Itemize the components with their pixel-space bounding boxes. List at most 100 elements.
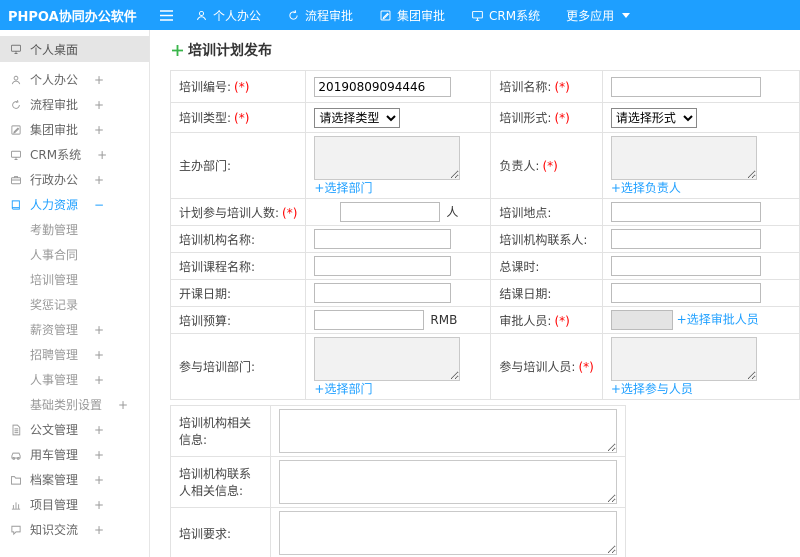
field-label: 开课日期: xyxy=(179,286,232,301)
org-name-input[interactable] xyxy=(314,229,452,249)
required-mark: (*) xyxy=(578,360,594,374)
sidebar-item-label: 集团审批 xyxy=(30,123,79,137)
end-date-input[interactable] xyxy=(610,283,761,303)
expand-toggle[interactable]: + xyxy=(94,373,104,387)
expand-toggle[interactable]: + xyxy=(94,173,104,187)
sidebar-subitem-personnel[interactable]: 人事管理 + xyxy=(0,367,149,392)
expand-toggle[interactable]: + xyxy=(94,523,104,537)
select-approver-link[interactable]: +选择审批人员 xyxy=(677,313,759,327)
monitor-icon xyxy=(10,149,22,161)
training-name-input[interactable] xyxy=(610,76,761,97)
training-number-input[interactable] xyxy=(314,76,452,97)
top-menu-crm[interactable]: CRM系统 xyxy=(458,0,553,30)
select-join-dept-link[interactable]: +选择部门 xyxy=(314,382,372,396)
field-label: 参与培训人员: xyxy=(499,360,576,374)
expand-toggle[interactable]: + xyxy=(94,98,104,112)
leader-textarea[interactable] xyxy=(610,136,757,180)
start-date-input[interactable] xyxy=(314,283,452,303)
expand-toggle[interactable]: + xyxy=(94,73,104,87)
top-menu-label: 个人办公 xyxy=(213,8,262,23)
top-menu-more-apps[interactable]: 更多应用 xyxy=(553,0,643,30)
form-row: 计划参与培训人数: (*) 人 培训地点: xyxy=(169,198,800,226)
sidebar-item-crm[interactable]: CRM系统 + xyxy=(0,142,149,167)
sidebar-subitem-label: 考勤管理 xyxy=(30,223,79,237)
sidebar-item-document-mgmt[interactable]: 公文管理 + xyxy=(0,417,149,442)
org-contact-input[interactable] xyxy=(610,229,761,249)
join-people-textarea[interactable] xyxy=(610,337,757,381)
training-mode-select[interactable]: 请选择形式 xyxy=(610,107,697,128)
field-label: 培训名称: xyxy=(499,80,552,94)
location-input[interactable] xyxy=(610,202,761,222)
sidebar-item-personal-office[interactable]: 个人办公 + xyxy=(0,67,149,92)
required-mark: (*) xyxy=(554,111,570,125)
sidebar: 个人桌面 个人办公 + 流程审批 + 集团审批 + CRM系统 + 行政办公 + xyxy=(0,30,150,557)
workflow-icon xyxy=(10,99,22,111)
field-label: 总课时: xyxy=(499,259,540,274)
sidebar-item-project-mgmt[interactable]: 项目管理 + xyxy=(0,492,149,517)
sidebar-subitem-personnel-contract[interactable]: 人事合同 xyxy=(0,242,149,267)
sidebar-item-admin-office[interactable]: 行政办公 + xyxy=(0,167,149,192)
select-leader-link[interactable]: +选择负责人 xyxy=(611,181,681,195)
hamburger-menu-icon[interactable] xyxy=(150,0,182,30)
total-hours-input[interactable] xyxy=(610,256,761,276)
sidebar-item-vehicle-mgmt[interactable]: 用车管理 + xyxy=(0,442,149,467)
sidebar-item-group-approval[interactable]: 集团审批 + xyxy=(0,117,149,142)
approver-input[interactable] xyxy=(610,310,673,330)
field-label: 培训编号: xyxy=(179,80,232,94)
form-row: 培训机构联系人相关信息: xyxy=(170,456,626,508)
top-menu-group-approval[interactable]: 集团审批 xyxy=(366,0,458,30)
expand-toggle[interactable]: + xyxy=(94,323,104,337)
top-menu-workflow-approval[interactable]: 流程审批 xyxy=(274,0,366,30)
select-join-people-link[interactable]: +选择参与人员 xyxy=(611,382,693,396)
select-host-dept-link[interactable]: +选择部门 xyxy=(314,181,372,195)
sidebar-subitem-recruitment[interactable]: 招聘管理 + xyxy=(0,342,149,367)
sidebar-item-workflow-approval[interactable]: 流程审批 + xyxy=(0,92,149,117)
monitor-icon xyxy=(471,9,484,22)
workflow-icon xyxy=(287,9,300,22)
org-info-textarea[interactable] xyxy=(279,409,617,453)
top-menu-personal-office[interactable]: 个人办公 xyxy=(182,0,274,30)
training-type-select[interactable]: 请选择类型 xyxy=(314,107,401,128)
course-name-input[interactable] xyxy=(314,256,452,276)
expand-toggle[interactable]: + xyxy=(94,123,104,137)
host-dept-textarea[interactable] xyxy=(314,136,461,180)
training-plan-form: 培训编号:(*) 培训名称:(*) 培训类型:(*) 请选择类型 培训形式:(*… xyxy=(169,70,800,400)
expand-toggle[interactable]: + xyxy=(97,148,107,162)
sidebar-subitem-reward-punishment[interactable]: 奖惩记录 xyxy=(0,292,149,317)
requirement-textarea[interactable] xyxy=(279,511,617,555)
org-contact-info-textarea[interactable] xyxy=(279,460,617,504)
join-dept-textarea[interactable] xyxy=(314,337,461,381)
app-brand: PHPOA协同办公软件 xyxy=(8,9,137,25)
car-icon xyxy=(10,449,22,461)
field-label: 培训要求: xyxy=(179,526,232,541)
sidebar-item-knowledge-exchange[interactable]: 知识交流 + xyxy=(0,517,149,542)
sidebar-item-desktop[interactable]: 个人桌面 xyxy=(0,36,149,62)
sidebar-item-label: 流程审批 xyxy=(30,98,79,112)
expand-toggle[interactable]: + xyxy=(94,423,104,437)
expand-toggle[interactable]: + xyxy=(94,348,104,362)
sidebar-subitem-base-category[interactable]: 基础类别设置 + xyxy=(0,392,149,417)
budget-input[interactable] xyxy=(314,310,425,330)
collapse-toggle[interactable]: − xyxy=(94,198,104,212)
sidebar-subitem-training-mgmt[interactable]: 培训管理 xyxy=(0,267,149,292)
expand-toggle[interactable]: + xyxy=(94,498,104,512)
page-title: 培训计划发布 xyxy=(172,40,800,60)
sidebar-item-hr[interactable]: 人力资源 − xyxy=(0,192,149,217)
sidebar-subitem-salary[interactable]: 薪资管理 + xyxy=(0,317,149,342)
chart-icon xyxy=(10,499,22,511)
plus-icon xyxy=(172,44,183,56)
form-row: 开课日期: 结课日期: xyxy=(169,279,800,307)
sidebar-item-label: 公文管理 xyxy=(30,423,79,437)
required-mark: (*) xyxy=(234,80,250,94)
expand-toggle[interactable]: + xyxy=(118,398,128,412)
person-icon xyxy=(10,74,22,86)
expand-toggle[interactable]: + xyxy=(94,448,104,462)
sidebar-subitem-label: 人事管理 xyxy=(30,373,79,387)
sidebar-subitem-attendance[interactable]: 考勤管理 xyxy=(0,217,149,242)
expand-toggle[interactable]: + xyxy=(94,473,104,487)
field-label: 培训形式: xyxy=(499,111,552,125)
form-row: 主办部门: +选择部门 负责人: (*) +选择负责人 xyxy=(169,132,800,199)
sidebar-item-archive-mgmt[interactable]: 档案管理 + xyxy=(0,467,149,492)
required-mark: (*) xyxy=(234,111,250,125)
planned-count-input[interactable] xyxy=(340,202,441,222)
